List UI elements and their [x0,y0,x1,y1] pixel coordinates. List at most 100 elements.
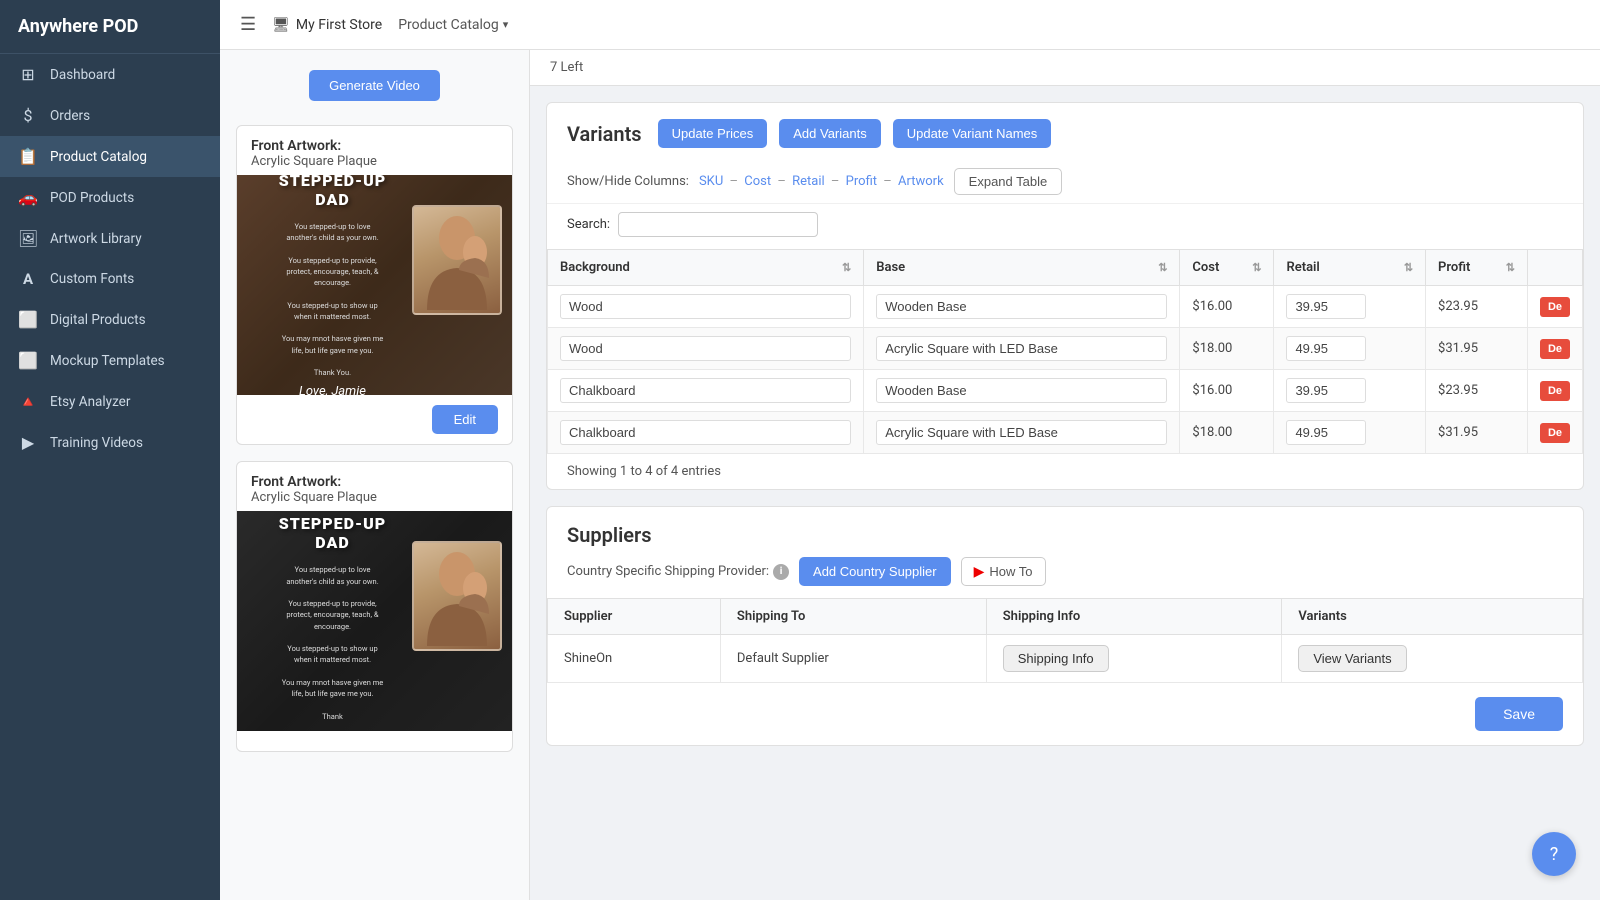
artwork-card-1-header: Front Artwork: Acrylic Square Plaque [237,126,512,175]
delete-variant-button[interactable]: De [1540,339,1570,359]
sidebar-item-mockup-templates[interactable]: ⬜ Mockup Templates [0,340,220,381]
expand-table-button[interactable]: Expand Table [954,168,1063,195]
store-icon: 🖥 [272,17,290,33]
add-country-supplier-button[interactable]: Add Country Supplier [799,557,951,586]
cell-cost: $16.00 [1180,370,1274,412]
store-selector[interactable]: 🖥 My First Store [272,17,382,33]
generate-video-button[interactable]: Generate Video [309,70,440,101]
shipping-info-button[interactable]: Shipping Info [1003,645,1109,672]
sidebar-item-dashboard[interactable]: ⊞ Dashboard [0,54,220,95]
th-background[interactable]: Background ⇅ [548,250,864,286]
cell-cost: $18.00 [1180,328,1274,370]
cell-base [864,328,1180,370]
sidebar-item-etsy-analyzer[interactable]: 🔺 Etsy Analyzer [0,381,220,422]
sort-icon-background: ⇅ [842,261,851,274]
sidebar-item-pod-products[interactable]: 🚗 POD Products [0,177,220,218]
variants-table-wrapper: Background ⇅ Base ⇅ [547,249,1583,454]
artwork-card-1: Front Artwork: Acrylic Square Plaque STE… [236,125,513,445]
link-cost[interactable]: Cost [744,174,771,189]
retail-input[interactable] [1286,294,1366,319]
save-bar: Save [547,683,1583,745]
how-to-label: How To [989,564,1032,579]
menu-icon[interactable]: ☰ [240,14,256,35]
artwork-1-edit-button[interactable]: Edit [432,405,498,434]
link-profit[interactable]: Profit [846,174,877,189]
search-label: Search: [567,217,610,232]
background-input[interactable] [560,294,851,319]
photo-placeholder-2 [414,543,500,649]
th-retail[interactable]: Retail ⇅ [1274,250,1426,286]
content-area: Generate Video Front Artwork: Acrylic Sq… [220,50,1600,900]
right-panel: 7 Left Variants Update Prices Add Varian… [530,50,1600,900]
delete-variant-button[interactable]: De [1540,297,1570,317]
view-variants-button[interactable]: View Variants [1298,645,1406,672]
app-name: Anywhere POD [18,16,138,37]
cell-base [864,286,1180,328]
cell-retail [1274,328,1426,370]
base-input[interactable] [876,336,1167,361]
cell-action: De [1527,286,1582,328]
sidebar-item-label: Etsy Analyzer [50,394,130,410]
app-logo: Anywhere POD [0,0,220,54]
generate-video-area: Generate Video [236,66,513,109]
sidebar-item-product-catalog[interactable]: 📋 Product Catalog [0,136,220,177]
variants-header: Variants Update Prices Add Variants Upda… [547,103,1583,160]
link-retail[interactable]: Retail [792,174,825,189]
retail-input[interactable] [1286,336,1366,361]
breadcrumb[interactable]: Product Catalog ▾ [398,17,508,33]
retail-input[interactable] [1286,378,1366,403]
artwork-1-signature: Love, Jamie [299,384,366,395]
artwork-card-2-footer [237,731,512,751]
delete-variant-button[interactable]: De [1540,423,1570,443]
sidebar-item-digital-products[interactable]: ⬜ Digital Products [0,299,220,340]
sidebar-item-label: Artwork Library [50,231,142,247]
sidebar-item-label: Digital Products [50,312,146,328]
link-artwork[interactable]: Artwork [898,174,944,189]
background-input[interactable] [560,378,851,403]
training-videos-icon: ▶ [18,433,38,452]
sidebar-item-label: Mockup Templates [50,353,165,369]
background-input[interactable] [560,420,851,445]
artwork-1-title: Front Artwork: [251,138,498,154]
retail-input[interactable] [1286,420,1366,445]
cell-supplier: ShineOn [548,635,721,683]
cell-shipping-to: Default Supplier [720,635,986,683]
th-cost[interactable]: Cost ⇅ [1180,250,1274,286]
cell-retail [1274,370,1426,412]
dashboard-icon: ⊞ [18,65,38,84]
how-to-button[interactable]: ▶ How To [961,557,1046,586]
cell-background [548,328,864,370]
base-input[interactable] [876,378,1167,403]
link-sku[interactable]: SKU [699,174,723,189]
artwork-card-2-header: Front Artwork: Acrylic Square Plaque [237,462,512,511]
cell-profit: $31.95 [1426,328,1528,370]
sidebar-item-training-videos[interactable]: ▶ Training Videos [0,422,220,463]
show-hide-links[interactable]: SKU – Cost – Retail – Profit – Artwork [697,174,946,189]
artwork-2-subtitle: Acrylic Square Plaque [251,490,498,505]
th-profit[interactable]: Profit ⇅ [1426,250,1528,286]
sidebar-item-artwork-library[interactable]: 🖼 Artwork Library [0,218,220,259]
country-shipping-label: Country Specific Shipping Provider: i [567,564,789,580]
update-prices-button[interactable]: Update Prices [658,119,768,148]
search-input[interactable] [618,212,818,237]
help-button[interactable]: ? [1532,832,1576,876]
artwork-2-main-text: STEPPED-UP DAD [251,514,414,552]
pod-products-icon: 🚗 [18,188,38,207]
sidebar-item-orders[interactable]: $ Orders [0,95,220,136]
update-variant-names-button[interactable]: Update Variant Names [893,119,1052,148]
table-row: $18.00 $31.95 De [548,328,1583,370]
th-base[interactable]: Base ⇅ [864,250,1180,286]
delete-variant-button[interactable]: De [1540,381,1570,401]
background-input[interactable] [560,336,851,361]
sidebar-item-label: Dashboard [50,67,115,83]
base-input[interactable] [876,294,1167,319]
sidebar-item-custom-fonts[interactable]: A Custom Fonts [0,259,220,299]
base-input[interactable] [876,420,1167,445]
artwork-2-title: Front Artwork: [251,474,498,490]
add-variants-button[interactable]: Add Variants [779,119,880,148]
sort-icon-retail: ⇅ [1404,261,1413,274]
variants-table: Background ⇅ Base ⇅ [547,249,1583,454]
cell-background [548,286,864,328]
save-button[interactable]: Save [1475,697,1563,731]
cell-action: De [1527,328,1582,370]
